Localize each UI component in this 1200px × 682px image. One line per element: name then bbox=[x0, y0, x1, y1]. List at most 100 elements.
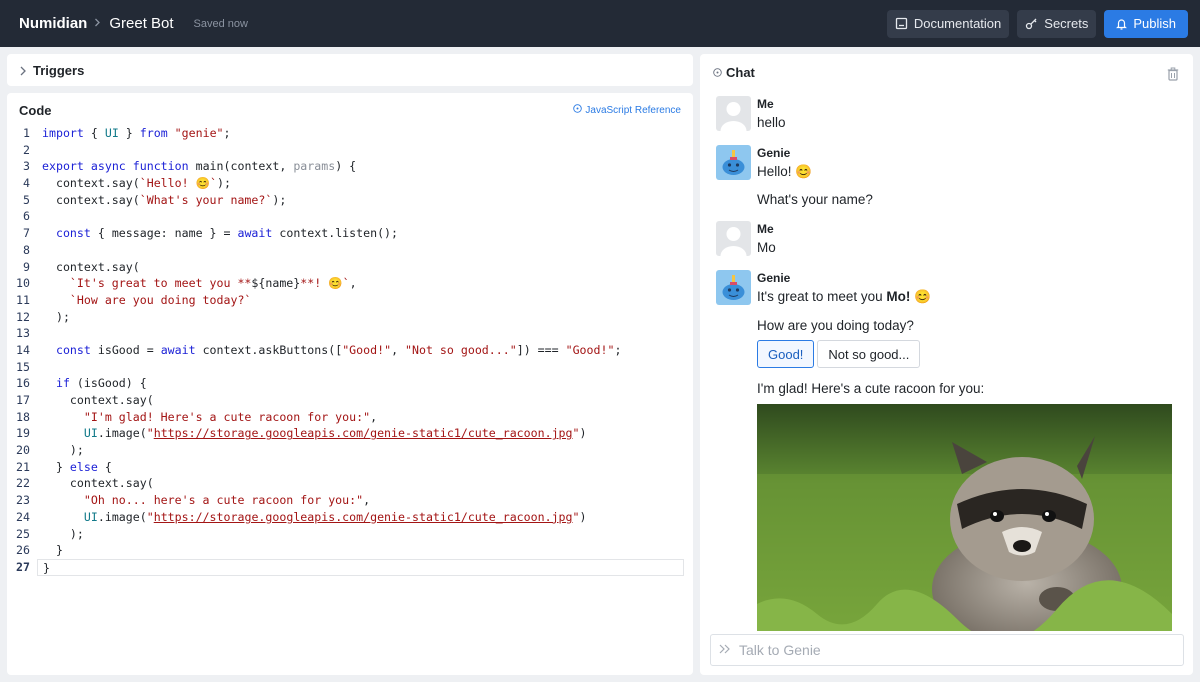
code-text: const isGood = await context.askButtons(… bbox=[37, 342, 693, 359]
code-token: ); bbox=[42, 526, 84, 541]
triggers-section[interactable]: Triggers bbox=[7, 54, 693, 86]
secrets-button[interactable]: Secrets bbox=[1017, 9, 1097, 38]
code-token: function bbox=[132, 159, 189, 174]
code-line[interactable]: 22 context.say( bbox=[7, 475, 693, 492]
code-line[interactable]: 9 context.say( bbox=[7, 259, 693, 276]
brand-logo[interactable]: Numidian bbox=[19, 15, 87, 32]
genie-avatar bbox=[716, 270, 751, 305]
chat-input-box[interactable] bbox=[710, 634, 1184, 666]
code-token: .image( bbox=[97, 509, 147, 524]
code-token: "Good!" bbox=[565, 342, 615, 357]
code-editor[interactable]: 1 import { UI } from "genie"; 2 3 export asy… bbox=[7, 125, 693, 576]
code-line[interactable]: 1 import { UI } from "genie"; bbox=[7, 125, 693, 142]
code-line[interactable]: 14 const isGood = await context.askButto… bbox=[7, 342, 693, 359]
chat-panel: Chat Me hello Genie Hello! 😊 What's your… bbox=[700, 54, 1193, 675]
answer-button-not-so-good[interactable]: Not so good... bbox=[817, 340, 921, 368]
code-line[interactable]: 4 context.say(`Hello! 😊`); bbox=[7, 175, 693, 192]
code-token: `Hello! 😊` bbox=[139, 176, 217, 191]
code-token: " bbox=[146, 509, 154, 524]
code-token: } bbox=[42, 543, 63, 558]
code-line[interactable]: 11 `How are you doing today?` bbox=[7, 292, 693, 309]
code-text: const { message: name } = await context.… bbox=[37, 225, 693, 242]
publish-label: Publish bbox=[1133, 16, 1176, 31]
message-sender: Me bbox=[757, 222, 774, 236]
line-number: 19 bbox=[16, 426, 30, 441]
code-token: await bbox=[160, 342, 196, 357]
code-token: UI bbox=[104, 126, 119, 140]
code-token: `What's your name?` bbox=[139, 192, 273, 207]
code-line[interactable]: 12 ); bbox=[7, 309, 693, 326]
documentation-button[interactable]: Documentation bbox=[886, 9, 1010, 38]
code-token: `How are you doing today?` bbox=[69, 292, 252, 307]
user-avatar bbox=[716, 221, 751, 256]
publish-button[interactable]: Publish bbox=[1104, 9, 1188, 38]
chat-message: Genie Hello! 😊 bbox=[716, 145, 812, 180]
code-line[interactable]: 25 ); bbox=[7, 526, 693, 543]
answer-button-good[interactable]: Good! bbox=[757, 340, 815, 368]
code-line[interactable]: 27} bbox=[7, 558, 693, 576]
code-line[interactable]: 19 UI.image("https://storage.googleapis.… bbox=[7, 425, 693, 442]
code-line[interactable]: 17 context.say( bbox=[7, 392, 693, 409]
line-number: 12 bbox=[16, 309, 30, 324]
message-text: How are you doing today? bbox=[757, 318, 914, 333]
code-token: " bbox=[146, 426, 154, 441]
code-text: context.say( bbox=[37, 259, 693, 276]
bot-name[interactable]: Greet Bot bbox=[109, 15, 173, 32]
line-number: 14 bbox=[16, 342, 30, 357]
code-token: context.say( bbox=[42, 192, 140, 207]
code-line[interactable]: 16 if (isGood) { bbox=[7, 375, 693, 392]
code-text: context.say(`What's your name?`); bbox=[37, 192, 693, 209]
line-number: 24 bbox=[16, 509, 30, 524]
code-line[interactable]: 6 bbox=[7, 208, 693, 225]
chat-message: Genie It's great to meet you Mo! 😊 bbox=[716, 270, 931, 305]
code-text: ); bbox=[37, 309, 693, 326]
code-token: ); bbox=[272, 192, 287, 207]
javascript-reference-link[interactable]: JavaScript Reference bbox=[573, 104, 681, 116]
code-line[interactable]: 20 ); bbox=[7, 442, 693, 459]
code-line[interactable]: 15 bbox=[7, 359, 693, 376]
code-line[interactable]: 3 export async function main(context, par… bbox=[7, 158, 693, 175]
code-line[interactable]: 24 UI.image("https://storage.googleapis.… bbox=[7, 509, 693, 526]
code-token: "Oh no... here's a cute racoon for you:" bbox=[83, 493, 364, 508]
code-line[interactable]: 13 bbox=[7, 325, 693, 342]
help-circle-icon bbox=[573, 104, 583, 116]
code-token: ) { bbox=[335, 159, 357, 174]
code-line[interactable]: 18 "I'm glad! Here's a cute racoon for y… bbox=[7, 409, 693, 426]
line-number: 5 bbox=[23, 192, 30, 207]
top-bar: Numidian Greet Bot Saved now Documentati… bbox=[0, 0, 1200, 47]
code-token: "Not so good..." bbox=[405, 342, 517, 357]
code-text: export async function main(context, para… bbox=[37, 158, 693, 175]
documentation-label: Documentation bbox=[913, 16, 1002, 31]
secrets-label: Secrets bbox=[1044, 16, 1089, 31]
code-token: await bbox=[237, 226, 273, 241]
chat-input[interactable] bbox=[739, 642, 1183, 658]
message-text: What's your name? bbox=[757, 192, 873, 207]
code-token: https://storage.googleapis.com/genie-sta… bbox=[153, 426, 573, 441]
code-line[interactable]: 26 } bbox=[7, 542, 693, 559]
code-line[interactable]: 10 `It's great to meet you **${name}**! … bbox=[7, 275, 693, 292]
code-line[interactable]: 7 const { message: name } = await contex… bbox=[7, 225, 693, 242]
code-line[interactable]: 23 "Oh no... here's a cute racoon for yo… bbox=[7, 492, 693, 509]
line-number: 23 bbox=[16, 493, 30, 508]
code-token: , bbox=[370, 409, 378, 424]
code-line[interactable]: 8 bbox=[7, 242, 693, 259]
book-icon bbox=[895, 17, 908, 30]
message-text: It's great to meet you Mo! 😊 bbox=[757, 289, 931, 305]
code-line[interactable]: 21 } else { bbox=[7, 459, 693, 476]
line-number: 7 bbox=[23, 226, 30, 241]
line-number: 20 bbox=[16, 443, 30, 458]
code-text: import { UI } from "genie"; bbox=[37, 125, 693, 142]
trash-icon[interactable] bbox=[1167, 67, 1179, 86]
code-title: Code bbox=[19, 103, 52, 118]
code-token: { message: name } = bbox=[90, 226, 238, 241]
code-line[interactable]: 5 context.say(`What's your name?`); bbox=[7, 192, 693, 209]
code-line[interactable]: 2 bbox=[7, 142, 693, 159]
